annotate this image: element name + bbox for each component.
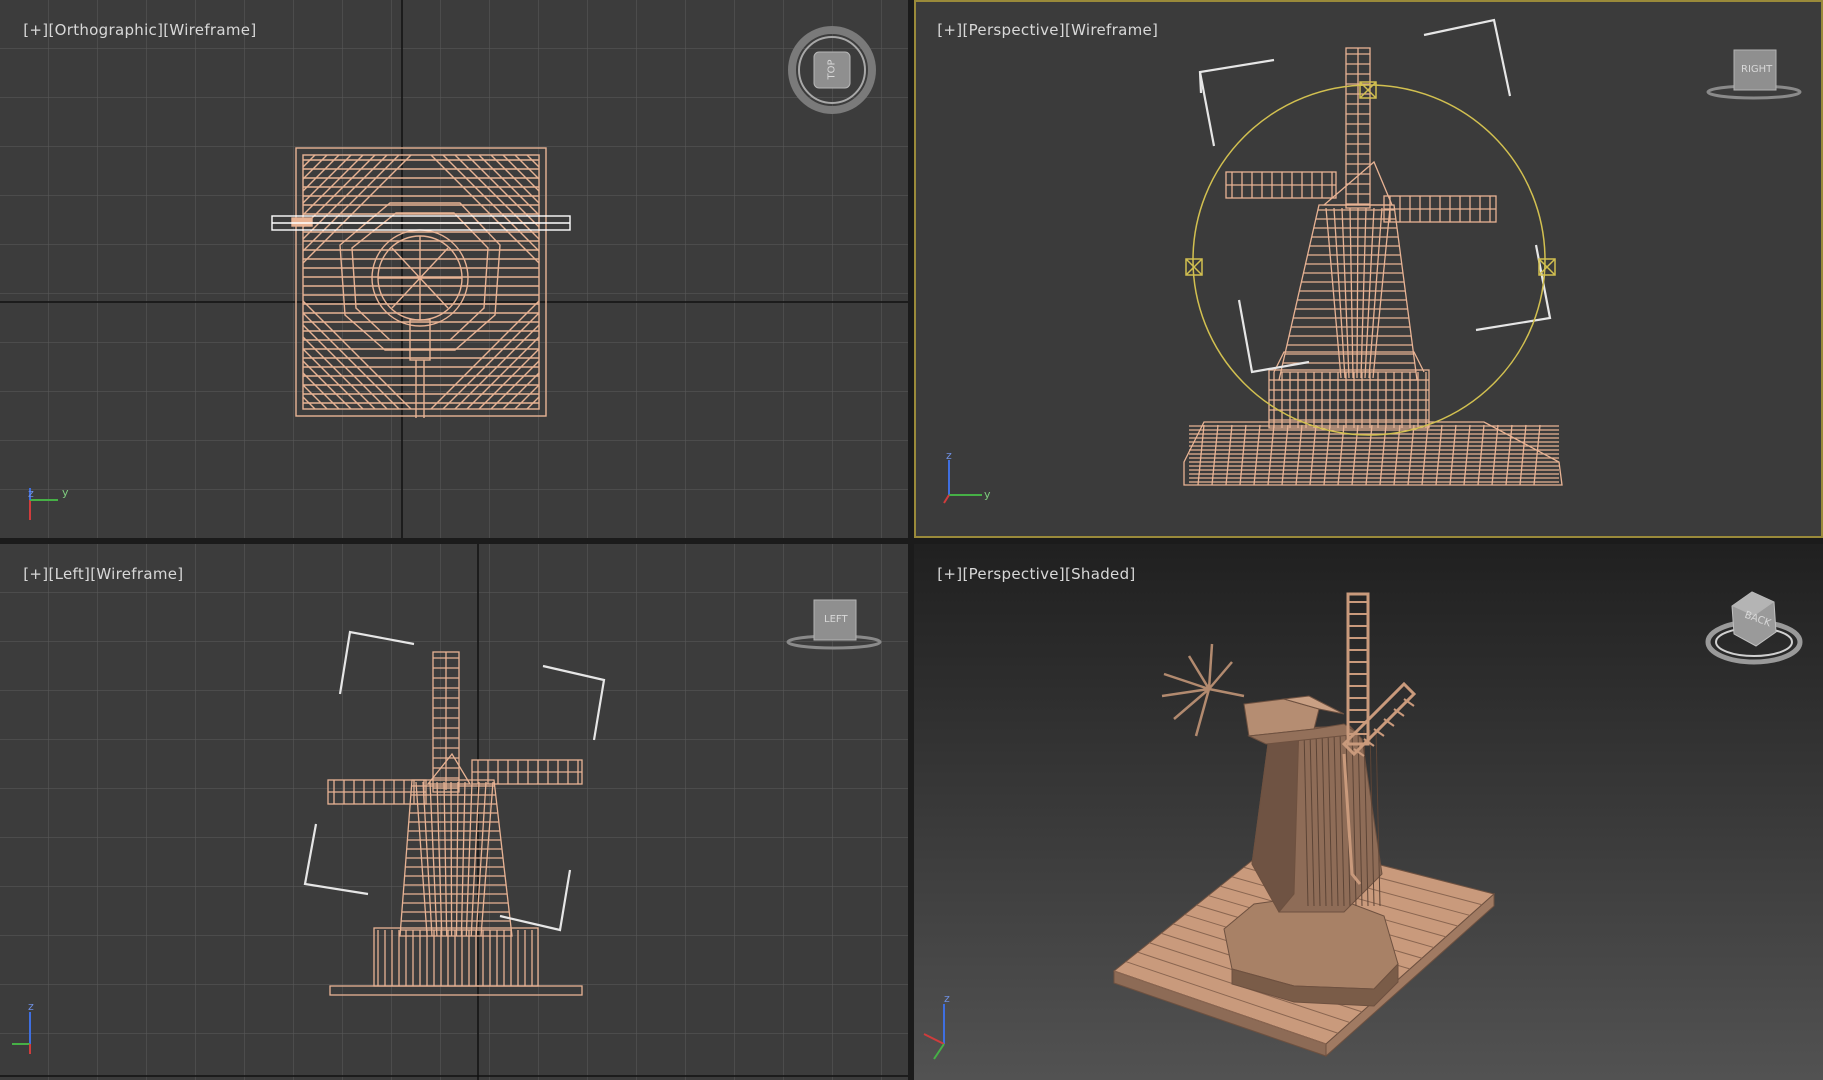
view-type-menu[interactable]: [Perspective] — [962, 565, 1064, 583]
axis-y-label: y — [62, 486, 69, 499]
axis-z-label: z — [28, 487, 34, 500]
view-cube-face-label: TOP — [826, 59, 838, 80]
viewport-perspective-wireframe[interactable]: z y [+][Perspective][Wireframe] RIGHT — [914, 0, 1823, 538]
view-cube-face-label: RIGHT — [1741, 64, 1773, 75]
orthographic-scene: z y — [0, 0, 908, 538]
shading-menu[interactable]: [Shaded] — [1065, 565, 1136, 583]
viewport-label: [+][Left][Wireframe] — [3, 547, 183, 601]
view-cube-icon[interactable]: TOP — [786, 22, 878, 114]
windmill-perspective-wireframe[interactable] — [1183, 47, 1563, 486]
shading-menu[interactable]: [Wireframe] — [1065, 21, 1158, 39]
viewport-orthographic[interactable]: z y [+][Orthographic][Wireframe] TOP — [0, 0, 908, 538]
viewport-menu-button[interactable]: [+] — [937, 21, 962, 39]
perspective-shaded-scene: z — [914, 544, 1823, 1080]
view-cube-icon[interactable]: BACK — [1704, 584, 1804, 670]
view-cube-icon[interactable]: RIGHT — [1704, 44, 1804, 104]
viewport-menu-button[interactable]: [+] — [937, 565, 962, 583]
axis-z-label: z — [944, 992, 950, 1005]
view-type-menu[interactable]: [Orthographic] — [48, 21, 163, 39]
viewport-label: [+][Perspective][Wireframe] — [917, 3, 1158, 57]
view-cube-face-label: LEFT — [824, 614, 848, 625]
viewport-label: [+][Orthographic][Wireframe] — [3, 3, 256, 57]
shading-menu[interactable]: [Wireframe] — [90, 565, 183, 583]
view-type-menu[interactable]: [Perspective] — [962, 21, 1064, 39]
viewport-menu-button[interactable]: [+] — [23, 565, 48, 583]
viewport-label: [+][Perspective][Shaded] — [917, 547, 1136, 601]
view-cube-icon[interactable]: LEFT — [784, 594, 884, 654]
axis-tripod-icon — [943, 460, 982, 504]
viewport-perspective-shaded[interactable]: z [+][Perspective][Shaded] BACK — [914, 544, 1823, 1080]
shading-menu[interactable]: [Wireframe] — [163, 21, 256, 39]
view-type-menu[interactable]: [Left] — [48, 565, 90, 583]
viewport-menu-button[interactable]: [+] — [23, 21, 48, 39]
left-scene: z — [0, 544, 908, 1080]
perspective-wireframe-scene: z y — [943, 18, 1563, 504]
viewport-left[interactable]: z [+][Left][Wireframe] LEFT — [0, 544, 908, 1080]
axis-y-label: y — [984, 488, 991, 501]
axis-z-label: z — [946, 449, 952, 462]
axis-z-label: z — [28, 1000, 34, 1013]
